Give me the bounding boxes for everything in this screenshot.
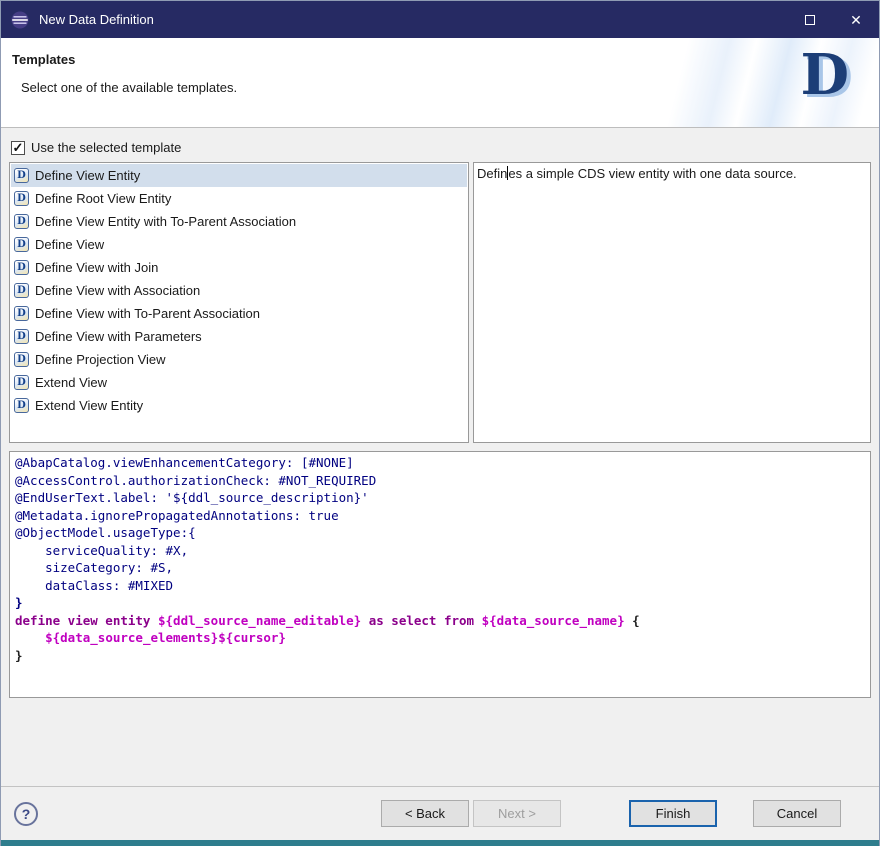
code-line: dataClass: #MIXED [15, 577, 174, 593]
maximize-icon [805, 14, 815, 25]
code-line: ${data_source_elements}${cursor} [45, 630, 286, 645]
data-definition-icon: D [14, 214, 29, 229]
template-list-item[interactable]: D Define View with To-Parent Association [11, 302, 467, 325]
data-definition-icon: D [14, 237, 29, 252]
template-name: Extend View Entity [35, 398, 144, 413]
data-definition-icon: D [14, 283, 29, 298]
checkbox-icon: ✓ [11, 140, 25, 155]
data-definition-icon: D [14, 398, 29, 413]
template-list-item[interactable]: D Define Projection View [11, 348, 467, 371]
banner-subtitle: Select one of the available templates. [21, 80, 238, 95]
finish-button[interactable]: Finish [629, 800, 717, 827]
template-list-item[interactable]: D Define View Entity [11, 164, 467, 187]
code-line: @EndUserText.label: '${ddl_source_descri… [15, 490, 369, 505]
data-definition-icon: D [14, 375, 29, 390]
template-list-item[interactable]: D Extend View [11, 371, 467, 394]
new-data-definition-wizard: New Data Definition ✕ Templates Select o… [0, 0, 880, 846]
code-line: serviceQuality: #X, [15, 542, 189, 558]
data-definition-logo-icon: D [800, 42, 849, 108]
checkbox-label: Use the selected template [31, 140, 182, 155]
data-definition-icon: D [14, 306, 29, 321]
text-cursor [507, 166, 509, 180]
data-definition-icon: D [14, 191, 29, 206]
data-definition-icon: D [14, 260, 29, 275]
template-name: Define Root View Entity [35, 191, 172, 206]
template-code-preview[interactable]: @AbapCatalog.viewEnhancementCategory: [#… [9, 451, 871, 698]
code-line: define view entity ${ddl_source_name_edi… [15, 612, 640, 628]
window-controls: ✕ [787, 1, 879, 38]
template-list-item[interactable]: D Extend View Entity [11, 394, 467, 417]
template-list-item[interactable]: D Define View Entity with To-Parent Assoc… [11, 210, 467, 233]
template-name: Define Projection View [35, 352, 166, 367]
template-list-item[interactable]: D Define View with Parameters [11, 325, 467, 348]
button-bar: ? < Back Next > Finish Cancel [1, 786, 879, 840]
template-list-item[interactable]: D Define View with Join [11, 256, 467, 279]
wizard-banner: Templates Select one of the available te… [1, 38, 879, 128]
code-line: } [15, 595, 23, 610]
help-button[interactable]: ? [14, 801, 38, 826]
template-name: Extend View [35, 375, 108, 390]
maximize-button[interactable] [787, 1, 833, 38]
code-line: @ObjectModel.usageType:{ [15, 525, 196, 540]
template-name: Define View with Join [35, 260, 159, 275]
template-name: Define View with Association [35, 283, 201, 298]
code-line: @AccessControl.authorizationCheck: #NOT_… [15, 472, 377, 488]
checkmark-icon: ✓ [12, 140, 24, 155]
help-icon: ? [21, 805, 31, 822]
window-bottom-edge [1, 840, 879, 846]
template-name: Define View Entity [35, 168, 141, 183]
close-button[interactable]: ✕ [833, 1, 879, 38]
data-definition-icon: D [14, 168, 29, 183]
code-line: } [15, 647, 23, 663]
template-list-item[interactable]: D Define View [11, 233, 467, 256]
code-line: sizeCategory: #S, [15, 560, 174, 575]
template-name: Define View with To-Parent Association [35, 306, 260, 321]
data-definition-icon: D [14, 329, 29, 344]
template-name: Define View [35, 237, 105, 252]
window-title: New Data Definition [39, 12, 154, 27]
template-list-item[interactable]: D Define Root View Entity [11, 187, 467, 210]
close-icon: ✕ [850, 11, 862, 28]
banner-title: Templates [12, 52, 76, 67]
title-bar[interactable]: New Data Definition ✕ [1, 1, 879, 38]
code-line: @Metadata.ignorePropagatedAnnotations: t… [15, 507, 339, 523]
next-button: Next > [473, 800, 561, 827]
eclipse-icon [10, 10, 30, 30]
back-button[interactable]: < Back [381, 800, 469, 827]
use-selected-template-checkbox[interactable]: ✓ Use the selected template [11, 140, 871, 155]
cancel-button[interactable]: Cancel [753, 800, 841, 827]
template-list: D Define View Entity D Define Root View Ent… [9, 162, 469, 443]
wizard-buttons: < Back Next > Finish Cancel [381, 800, 841, 827]
data-definition-icon: D [14, 352, 29, 367]
template-panels: D Define View Entity D Define Root View Ent… [9, 162, 871, 443]
template-list-item[interactable]: D Define View with Association [11, 279, 467, 302]
template-name: Define View with Parameters [35, 329, 202, 344]
wizard-body: ✓ Use the selected template D Define View… [1, 128, 879, 786]
template-name: Define View Entity with To-Parent Associ… [35, 214, 297, 229]
code-line: @AbapCatalog.viewEnhancementCategory: [#… [15, 455, 354, 470]
template-description-panel[interactable]: Defines a simple CDS view entity with on… [473, 162, 871, 443]
